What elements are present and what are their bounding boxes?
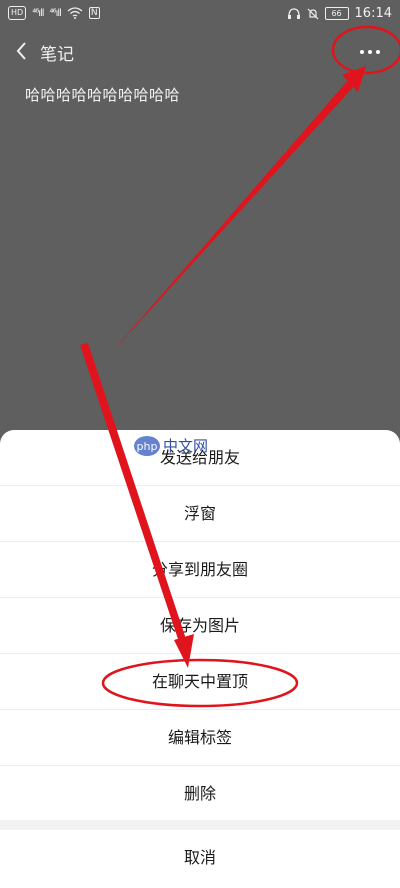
menu-item-pin-chat[interactable]: 在聊天中置顶	[0, 654, 400, 710]
cell-signal-icon-2: ⁴⁶ıll	[49, 7, 62, 19]
site-watermark: php 中文网	[133, 432, 253, 460]
menu-item-floating-window[interactable]: 浮窗	[0, 486, 400, 542]
nfc-icon: N	[88, 7, 100, 19]
menu-item-share-moments[interactable]: 分享到朋友圈	[0, 542, 400, 598]
hd-badge: HD	[8, 6, 27, 20]
cancel-button[interactable]: 取消	[0, 830, 400, 886]
menu-item-delete[interactable]: 删除	[0, 766, 400, 822]
app-header: 笔记	[0, 32, 400, 72]
battery-icon: 66	[324, 7, 349, 20]
mute-bell-icon	[307, 8, 318, 19]
clock: 16:14	[354, 6, 392, 21]
menu-item-save-image[interactable]: 保存为图片	[0, 598, 400, 654]
watermark-site: 中文网	[163, 437, 208, 455]
more-options-button[interactable]	[356, 38, 384, 64]
note-content: 哈哈哈哈哈哈哈哈哈哈	[25, 86, 181, 104]
back-arrow-icon[interactable]	[10, 36, 34, 66]
wifi-icon	[67, 7, 83, 19]
action-sheet: 发送给朋友 浮窗 分享到朋友圈 保存为图片 在聊天中置顶 编辑标签 删除 取消	[0, 430, 400, 888]
page-title: 笔记	[40, 45, 74, 65]
cell-signal-icon: ⁴⁶ıll	[32, 7, 44, 19]
status-bar: HD ⁴⁶ıll ⁴⁶ıll N 66 16:14	[0, 0, 400, 28]
sheet-divider	[0, 820, 400, 830]
annotation-arrow-up	[112, 78, 356, 352]
watermark-brand: php	[137, 440, 158, 453]
menu-item-edit-tags[interactable]: 编辑标签	[0, 710, 400, 766]
headset-icon	[287, 7, 300, 19]
